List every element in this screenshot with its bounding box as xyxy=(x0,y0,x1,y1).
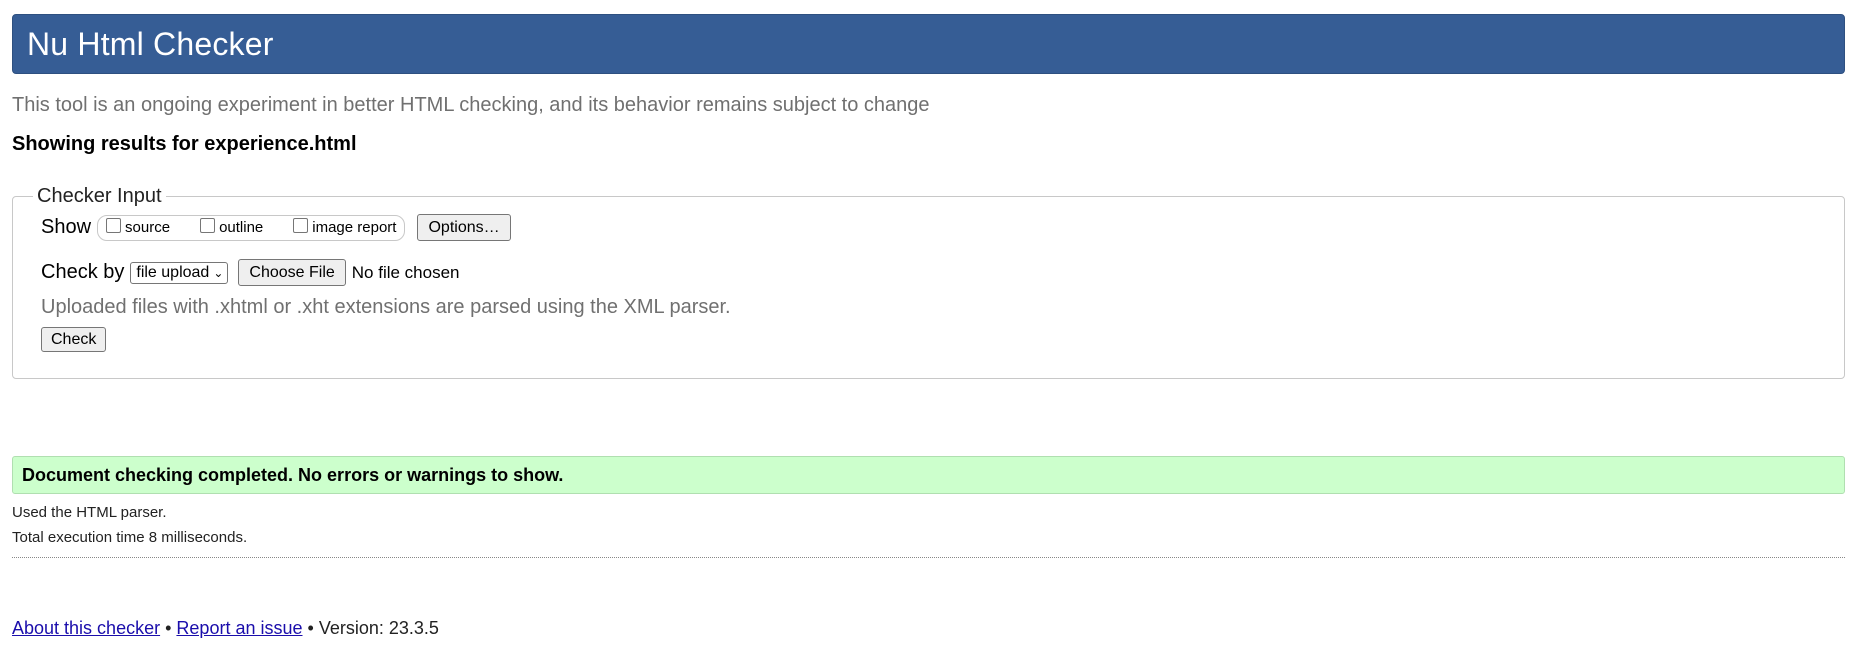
source-checkbox[interactable] xyxy=(106,218,122,233)
parser-note: Uploaded files with .xhtml or .xht exten… xyxy=(41,296,731,318)
show-label: Show xyxy=(41,216,92,238)
show-options-group: source outline image report xyxy=(97,214,406,241)
page-title: Nu Html Checker xyxy=(27,25,274,62)
subtitle: This tool is an ongoing experiment in be… xyxy=(12,94,930,116)
results-heading: Showing results for experience.html xyxy=(12,133,357,155)
check-button[interactable]: Check xyxy=(41,327,107,352)
success-message: Document checking completed. No errors o… xyxy=(12,456,1845,494)
footer: About this checker • Report an issue • V… xyxy=(12,618,439,639)
parser-used: Used the HTML parser. xyxy=(12,504,167,521)
divider xyxy=(12,557,1845,558)
page-container: Nu Html Checker This tool is an ongoing … xyxy=(12,14,1845,638)
outline-checkbox-label[interactable]: outline xyxy=(219,219,263,236)
check-by-label: Check by xyxy=(41,261,125,283)
checker-input-legend: Checker Input xyxy=(37,185,162,207)
image-report-checkbox[interactable] xyxy=(293,218,309,233)
choose-file-button[interactable]: Choose File xyxy=(238,259,346,286)
chevron-down-icon: ⌄ xyxy=(213,265,224,280)
result-stats: Used the HTML parser. Total execution ti… xyxy=(12,504,247,554)
report-issue-link[interactable]: Report an issue xyxy=(176,618,302,638)
show-row: Show source outline image report Options… xyxy=(41,214,1816,241)
source-checkbox-label[interactable]: source xyxy=(125,219,170,236)
header-banner: Nu Html Checker xyxy=(12,14,1845,74)
checker-input-fieldset: Checker Input Show source outline image … xyxy=(12,185,1845,379)
footer-separator: • xyxy=(307,618,314,638)
check-by-selected-value: file upload xyxy=(136,263,210,281)
check-by-select[interactable]: file upload ⌄ xyxy=(130,261,229,284)
image-report-checkbox-label[interactable]: image report xyxy=(312,219,396,236)
check-by-row: Check by file upload ⌄ Choose File No fi… xyxy=(41,259,1816,286)
options-button[interactable]: Options… xyxy=(417,214,511,241)
version-text: Version: 23.3.5 xyxy=(318,618,439,638)
file-status: No file chosen xyxy=(351,262,460,282)
execution-time: Total execution time 8 milliseconds. xyxy=(12,529,248,546)
footer-separator: • xyxy=(165,618,172,638)
about-checker-link[interactable]: About this checker xyxy=(12,618,160,638)
outline-checkbox[interactable] xyxy=(200,218,216,233)
